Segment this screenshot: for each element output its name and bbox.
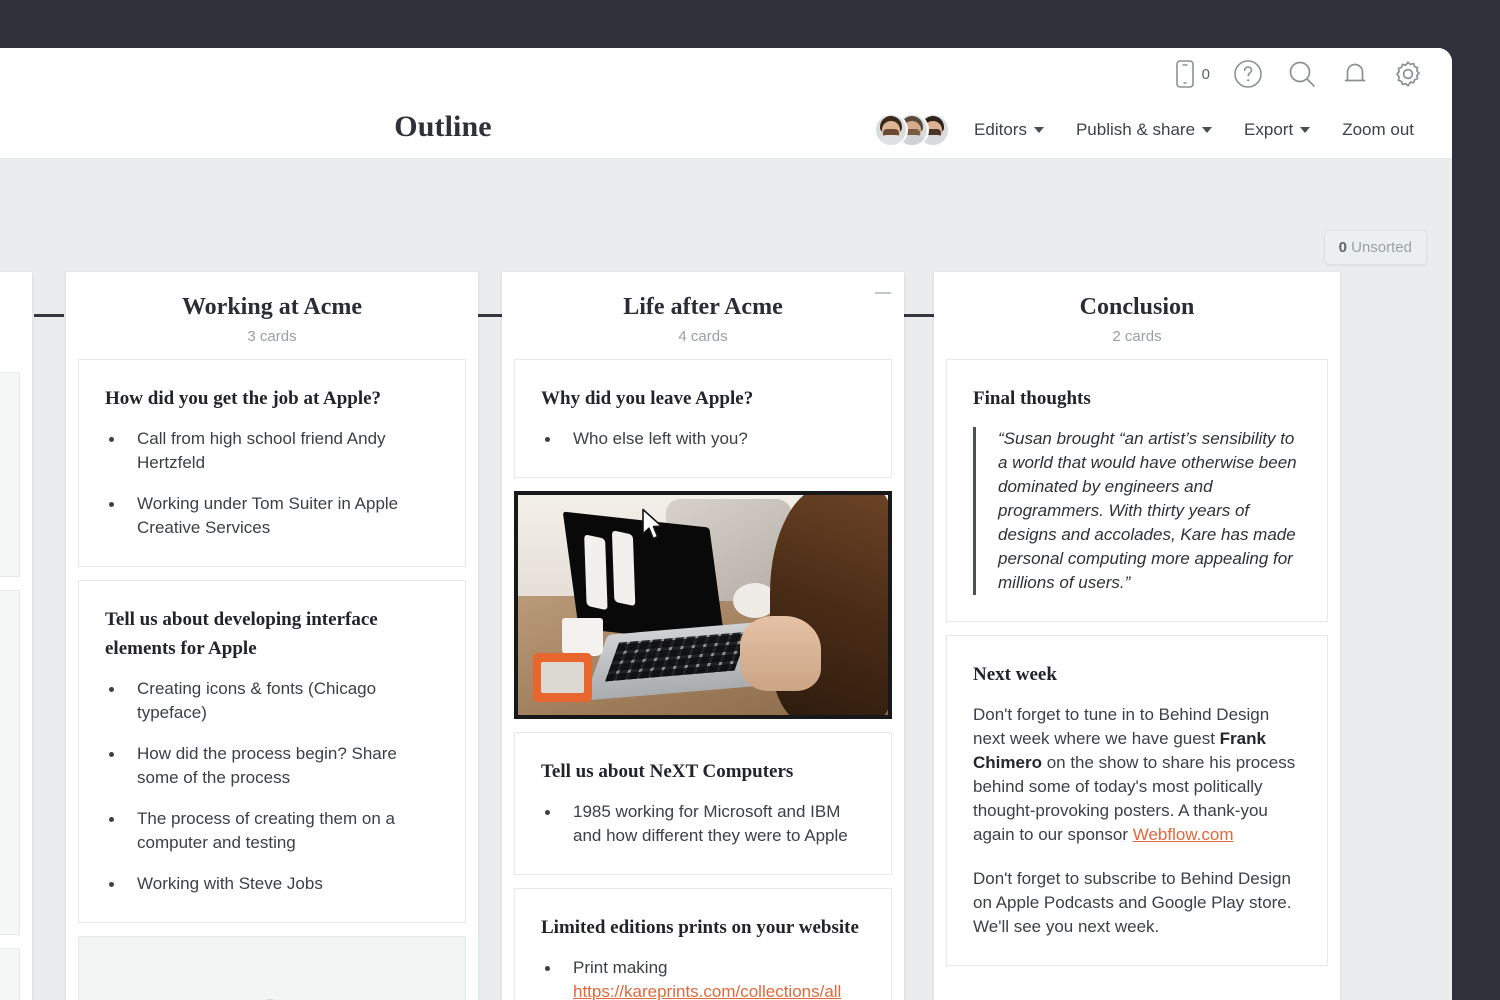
card[interactable]: Limited editions prints on your website … <box>514 888 892 1000</box>
column-header: Working at Acme 3 cards <box>78 272 466 359</box>
unsorted-label: Unsorted <box>1351 239 1412 256</box>
blockquote: “Susan brought “an artist’s sensibility … <box>973 427 1301 595</box>
settings-button[interactable] <box>1392 58 1424 90</box>
mobile-preview-icon <box>1174 59 1196 89</box>
column-title: Conclusion <box>1079 294 1195 320</box>
card-bullet-list: Call from high school friend Andy Hertzf… <box>105 427 439 540</box>
column-header: Life after Acme 4 cards <box>514 272 892 359</box>
outline-canvas: 0 Unsorted Working at Acme 3 cards How d… <box>0 159 1452 1000</box>
card-bullet-list: 1985 working for Microsoft and IBM and h… <box>541 800 865 848</box>
card[interactable]: Next week Don't forget to tune in to Beh… <box>946 635 1328 966</box>
editors-avatar-group[interactable] <box>874 113 951 147</box>
top-bar-icon-group: 0 <box>1174 58 1424 90</box>
publish-share-menu[interactable]: Publish & share <box>1060 116 1228 144</box>
ghost-card[interactable] <box>0 948 20 1000</box>
export-menu-label: Export <box>1244 120 1294 139</box>
column-partial-left[interactable] <box>0 272 32 1000</box>
column-card-count: 2 cards <box>1112 328 1162 345</box>
cloud-upload-icon <box>229 989 315 1000</box>
editors-menu[interactable]: Editors <box>958 116 1060 144</box>
chevron-down-icon <box>1033 127 1044 133</box>
notifications-bell-icon <box>1340 58 1370 90</box>
list-item: 1985 working for Microsoft and IBM and h… <box>541 800 865 848</box>
list-item: Working with Steve Jobs <box>105 872 439 896</box>
card[interactable]: Why did you leave Apple? Who else left w… <box>514 359 892 478</box>
card-upload-placeholder[interactable] <box>78 936 466 1000</box>
card[interactable]: Tell us about NeXT Computers 1985 workin… <box>514 732 892 875</box>
column-card-count: 3 cards <box>247 328 297 345</box>
title-row: Outline Editors Publish & share Export Z… <box>0 110 1452 159</box>
help-icon <box>1232 58 1264 90</box>
search-button[interactable] <box>1286 58 1318 90</box>
list-item: How did the process begin? Share some of… <box>105 742 439 790</box>
card-bullet-list: Creating icons & fonts (Chicago typeface… <box>105 677 439 896</box>
list-item: Working under Tom Suiter in Apple Creati… <box>105 492 439 540</box>
card-title: Next week <box>973 664 1057 685</box>
column-connector <box>900 314 934 317</box>
column-working-at-acme[interactable]: Working at Acme 3 cards How did you get … <box>66 272 478 1000</box>
card[interactable]: How did you get the job at Apple? Call f… <box>78 359 466 567</box>
card-paragraph: Don't forget to tune in to Behind Design… <box>973 703 1301 847</box>
chevron-down-icon <box>1202 127 1213 133</box>
avatar <box>874 113 909 147</box>
kareprints-link[interactable]: https://kareprints.com/collections/all <box>573 982 841 1000</box>
card-title: Why did you leave Apple? <box>541 388 754 409</box>
card-title: Tell us about developing interface eleme… <box>105 609 378 659</box>
card[interactable]: Tell us about developing interface eleme… <box>78 580 466 923</box>
column-life-after-acme[interactable]: Life after Acme 4 cards Why did you leav… <box>502 272 904 1000</box>
card-title: Limited editions prints on your website <box>541 917 859 938</box>
app-window: 0 Outline Editors Publish & share Export… <box>0 48 1452 1000</box>
editors-menu-label: Editors <box>974 120 1027 139</box>
list-item: Who else left with you? <box>541 427 865 451</box>
zoom-out-button[interactable]: Zoom out <box>1326 116 1430 144</box>
mobile-preview-button[interactable]: 0 <box>1174 59 1210 89</box>
zoom-out-label: Zoom out <box>1342 120 1414 139</box>
card[interactable]: Final thoughts “Susan brought “an artist… <box>946 359 1328 622</box>
column-conclusion[interactable]: Conclusion 2 cards Final thoughts “Susan… <box>934 272 1340 1000</box>
notifications-button[interactable] <box>1340 58 1370 90</box>
top-bar-menu: Editors Publish & share Export Zoom out <box>874 113 1430 147</box>
ghost-card[interactable] <box>0 590 20 935</box>
top-bar: 0 Outline Editors Publish & share Export… <box>0 48 1452 159</box>
card-image[interactable] <box>514 491 892 719</box>
card-title: Final thoughts <box>973 388 1091 409</box>
column-header: Conclusion 2 cards <box>946 272 1328 359</box>
chevron-down-icon <box>1300 127 1311 133</box>
publish-share-menu-label: Publish & share <box>1075 120 1196 139</box>
help-button[interactable] <box>1232 58 1264 90</box>
mobile-preview-count: 0 <box>1201 65 1210 83</box>
list-item-text: Print making <box>573 958 668 977</box>
list-item: The process of creating them on a comput… <box>105 807 439 855</box>
card-title: How did you get the job at Apple? <box>105 388 382 409</box>
collapse-column-icon[interactable] <box>875 292 891 294</box>
card-title: Tell us about NeXT Computers <box>541 761 794 782</box>
screen: 0 Outline Editors Publish & share Export… <box>0 0 1500 1000</box>
unsorted-count: 0 <box>1338 239 1347 256</box>
mouse-cursor <box>641 508 667 547</box>
settings-gear-icon <box>1392 58 1424 90</box>
page-title: Outline <box>394 110 492 143</box>
column-connector <box>34 314 64 317</box>
card-bullet-list: Who else left with you? <box>541 427 865 451</box>
column-title: Working at Acme <box>182 294 362 320</box>
card-bullet-list: Print making https://kareprints.com/coll… <box>541 956 865 1000</box>
list-item: Creating icons & fonts (Chicago typeface… <box>105 677 439 725</box>
laptop-photo <box>518 495 888 715</box>
search-icon <box>1286 58 1318 90</box>
webflow-link[interactable]: Webflow.com <box>1133 825 1234 844</box>
export-menu[interactable]: Export <box>1228 116 1326 144</box>
column-card-count: 4 cards <box>678 328 728 345</box>
list-item: Print making https://kareprints.com/coll… <box>541 956 865 1000</box>
card-paragraph: Don't forget to subscribe to Behind Desi… <box>973 869 1292 936</box>
column-title: Life after Acme <box>623 294 783 320</box>
unsorted-badge[interactable]: 0 Unsorted <box>1323 230 1427 265</box>
ghost-card[interactable] <box>0 372 20 577</box>
list-item: Call from high school friend Andy Hertzf… <box>105 427 439 475</box>
